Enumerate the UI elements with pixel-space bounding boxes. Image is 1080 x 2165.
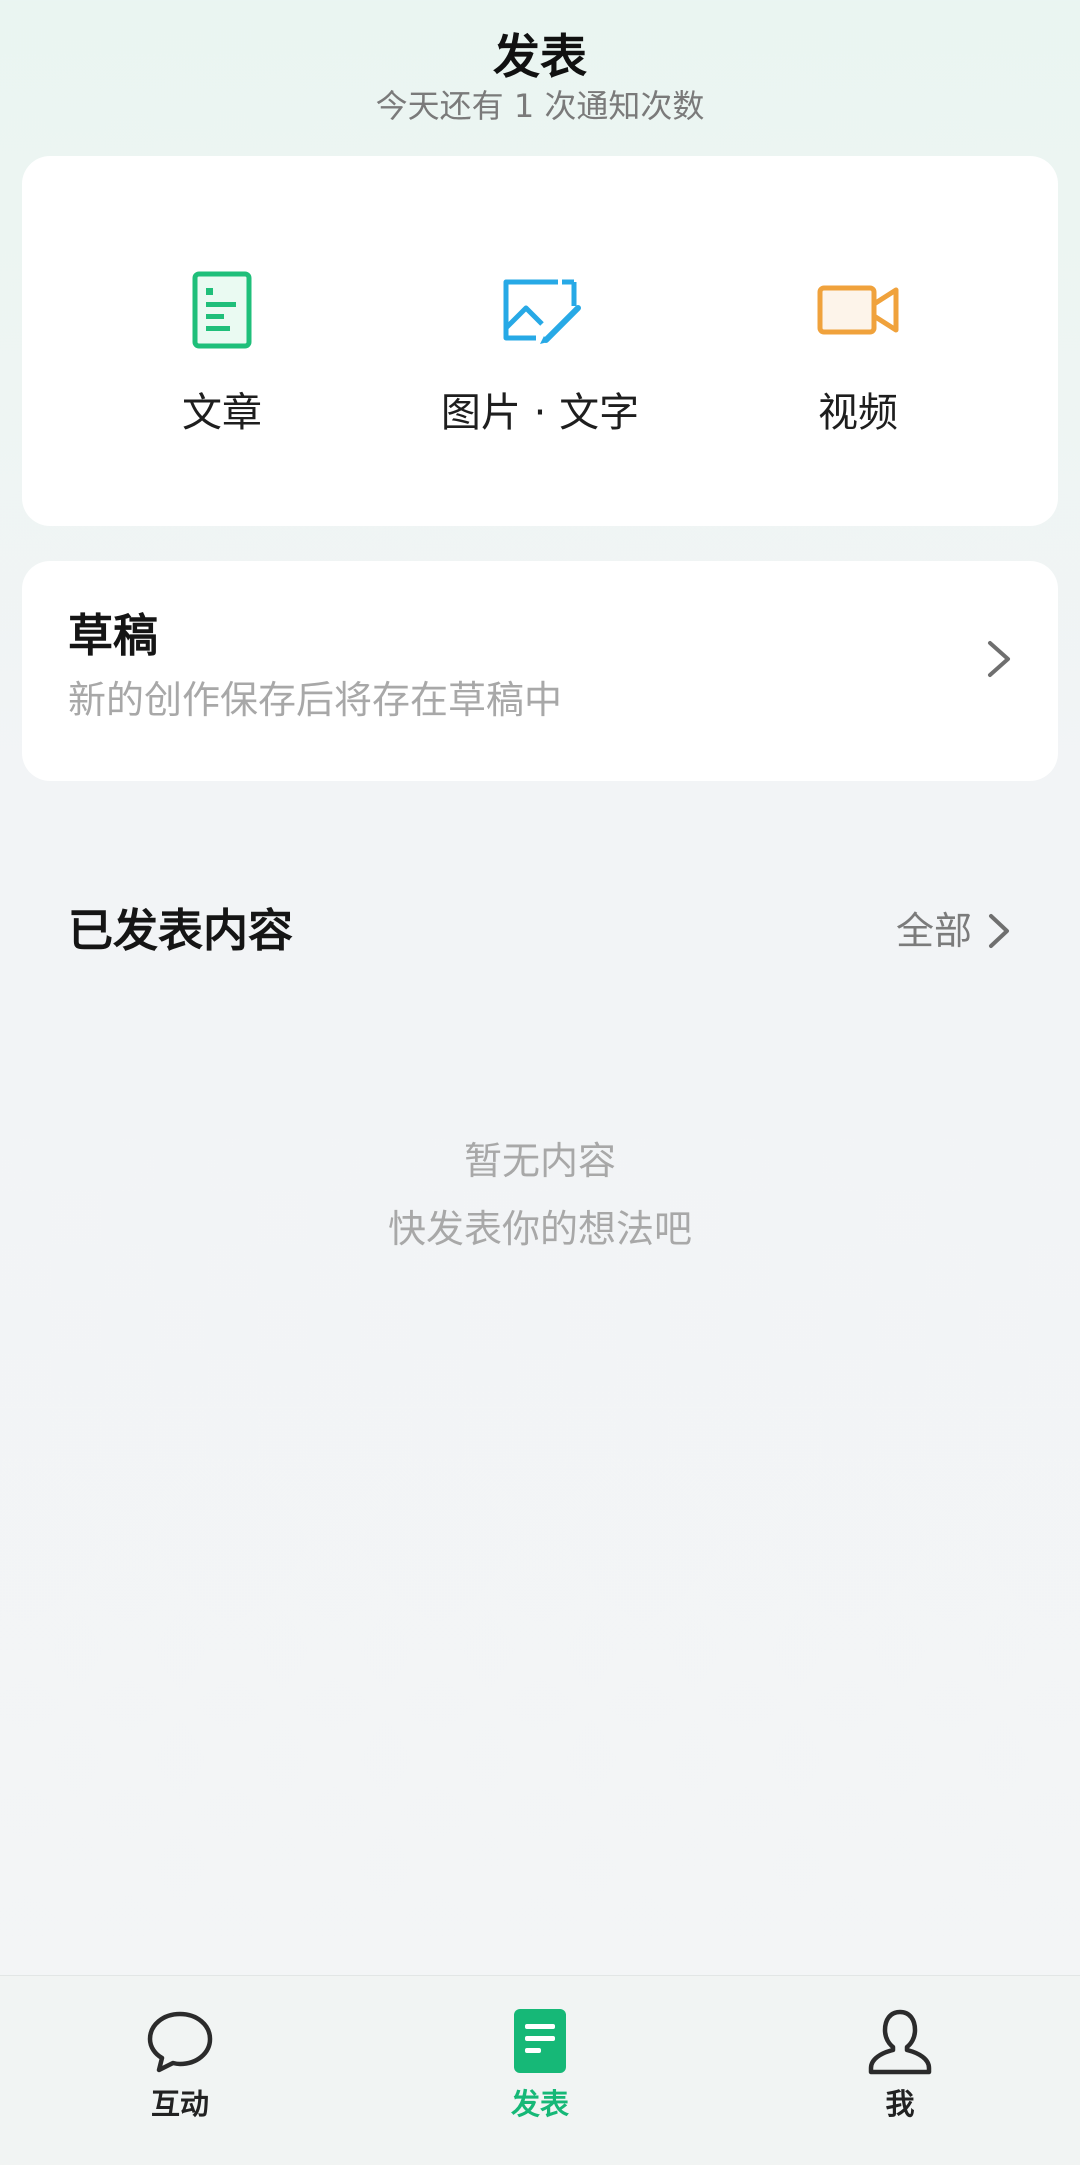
empty-state-hint: 快发表你的想法吧 xyxy=(387,1207,692,1251)
page-title: 发表 xyxy=(493,30,587,85)
tab-publish-label: 发表 xyxy=(510,2087,569,2121)
create-image-text-button[interactable]: 图片 · 文字 xyxy=(370,156,710,526)
user-icon xyxy=(868,2009,932,2075)
document-icon xyxy=(514,2009,566,2073)
bottom-tab-bar: 互动 发表 我 xyxy=(0,1975,1080,2165)
empty-state: 暂无内容 快发表你的想法吧 xyxy=(0,1136,1080,1254)
chat-bubble-icon xyxy=(147,2011,213,2073)
empty-state-title: 暂无内容 xyxy=(463,1139,616,1183)
image-text-icon xyxy=(503,279,581,344)
create-options-card: 文章 图片 · 文字 视频 xyxy=(22,156,1058,526)
notification-quota-text: 今天还有 1 次通知次数 xyxy=(375,87,705,125)
chevron-right-icon xyxy=(988,641,1010,677)
view-all-label: 全部 xyxy=(895,909,972,953)
published-title: 已发表内容 xyxy=(68,904,294,957)
tab-interaction-label: 互动 xyxy=(150,2087,209,2121)
drafts-title: 草稿 xyxy=(68,609,159,662)
page-header: 发表 今天还有 1 次通知次数 xyxy=(0,0,1080,150)
tab-interaction[interactable]: 互动 xyxy=(60,1976,300,2165)
create-article-label: 文章 xyxy=(182,390,262,436)
published-section-header: 已发表内容 全部 xyxy=(68,898,1012,968)
create-video-label: 视频 xyxy=(818,390,898,436)
create-image-text-label: 图片 · 文字 xyxy=(440,390,640,436)
tab-me-label: 我 xyxy=(885,2087,915,2121)
article-icon xyxy=(192,271,252,349)
create-article-button[interactable]: 文章 xyxy=(52,156,392,526)
drafts-subtitle: 新的创作保存后将存在草稿中 xyxy=(68,678,563,722)
tab-me[interactable]: 我 xyxy=(780,1976,1020,2165)
tab-publish[interactable]: 发表 xyxy=(420,1976,660,2165)
view-all-link[interactable]: 全部 xyxy=(896,898,1012,964)
create-video-button[interactable]: 视频 xyxy=(688,156,1028,526)
video-icon xyxy=(817,285,899,335)
drafts-card[interactable]: 草稿 新的创作保存后将存在草稿中 xyxy=(22,561,1058,781)
chevron-right-icon xyxy=(989,914,1009,948)
